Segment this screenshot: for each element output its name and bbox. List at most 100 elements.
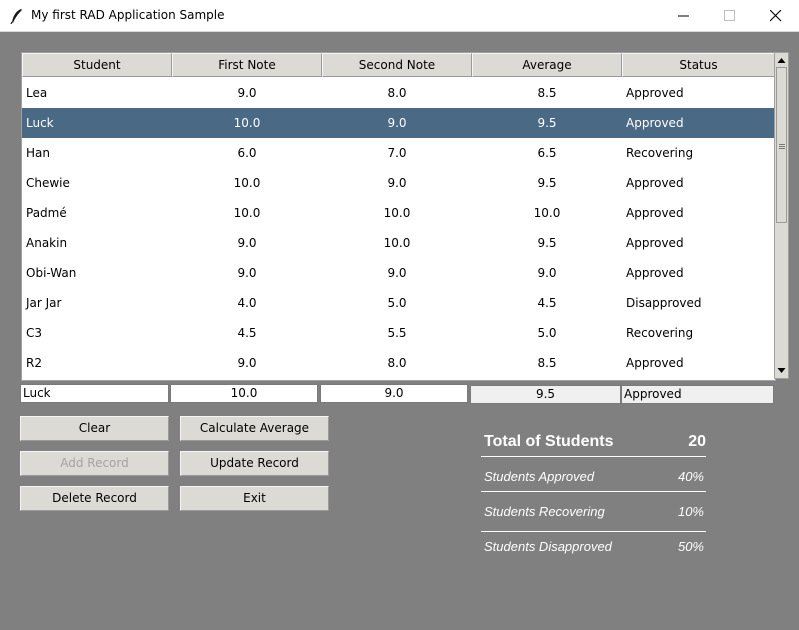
scroll-up-arrow-icon[interactable]	[777, 56, 786, 65]
thumb-grip	[779, 146, 785, 147]
students-approved-value: 40%	[677, 469, 704, 484]
cell-second-note: 5.0	[387, 296, 407, 310]
thumb-grip	[779, 144, 785, 145]
table-row[interactable]: Chewie 10.0 9.0 9.5 Approved	[22, 168, 775, 198]
cell-second-note: 9.0	[387, 116, 407, 130]
cell-student: Anakin	[26, 236, 68, 250]
average-field: 9.5	[470, 385, 621, 404]
total-students-label: Total of Students	[484, 433, 614, 450]
cell-first-note: 10.0	[233, 206, 261, 220]
cell-student: Padmé	[26, 206, 67, 220]
cell-second-note: 9.0	[387, 266, 407, 280]
cell-second-note: 5.5	[387, 326, 407, 340]
column-header-second-note[interactable]: Second Note	[322, 53, 472, 77]
maximize-button[interactable]	[707, 0, 753, 31]
first-note-field[interactable]: 10.0	[170, 384, 318, 403]
delete-record-button[interactable]: Delete Record	[20, 486, 169, 511]
cell-first-note: 9.0	[237, 266, 257, 280]
status-field: Approved	[621, 385, 774, 404]
table-row[interactable]: Padmé 10.0 10.0 10.0 Approved	[22, 198, 775, 228]
table-row[interactable]: Jar Jar 4.0 5.0 4.5 Disapproved	[22, 288, 775, 318]
table-body: Lea 9.0 8.0 8.5 Approved Luck 10.0 9.0 9…	[22, 78, 775, 378]
cell-student: Chewie	[26, 176, 70, 190]
cell-status: Approved	[626, 236, 684, 250]
feather-icon	[10, 9, 22, 24]
cell-status: Approved	[626, 86, 684, 100]
cell-student: Han	[26, 146, 50, 160]
column-header-first-note[interactable]: First Note	[172, 53, 322, 77]
cell-second-note: 10.0	[383, 206, 411, 220]
cell-second-note: 8.0	[387, 86, 407, 100]
summary-divider	[481, 491, 706, 492]
maximize-icon	[724, 10, 735, 21]
students-recovering-label: Students Recovering	[484, 504, 605, 519]
cell-first-note: 9.0	[237, 86, 257, 100]
cell-status: Approved	[626, 206, 684, 220]
title-bar: My first RAD Application Sample	[0, 0, 799, 32]
cell-average: 9.0	[537, 266, 557, 280]
clear-button[interactable]: Clear	[20, 416, 169, 441]
cell-first-note: 9.0	[237, 356, 257, 370]
summary-divider	[481, 456, 706, 457]
cell-student: Obi-Wan	[26, 266, 77, 280]
cell-student: C3	[26, 326, 43, 340]
cell-status: Approved	[626, 356, 684, 370]
cell-status: Disapproved	[626, 296, 702, 310]
summary-divider	[481, 531, 706, 532]
scrollbar-thumb[interactable]	[776, 67, 787, 223]
cell-status: Approved	[626, 266, 684, 280]
cell-average: 8.5	[537, 356, 557, 370]
table-row[interactable]: C3 4.5 5.5 5.0 Recovering	[22, 318, 775, 348]
cell-average: 9.5	[537, 236, 557, 250]
cell-average: 4.5	[537, 296, 557, 310]
window-title: My first RAD Application Sample	[31, 8, 225, 22]
students-recovering-value: 10%	[677, 504, 704, 519]
cell-status: Approved	[626, 116, 684, 130]
update-record-button[interactable]: Update Record	[180, 451, 329, 476]
student-name-field[interactable]: Luck	[20, 384, 169, 403]
cell-second-note: 8.0	[387, 356, 407, 370]
cell-student: Jar Jar	[26, 296, 62, 310]
column-header-average[interactable]: Average	[472, 53, 622, 77]
second-note-field[interactable]: 9.0	[320, 384, 468, 403]
table-header: Student First Note Second Note Average S…	[22, 53, 775, 77]
minimize-button[interactable]	[661, 0, 707, 31]
table-row-selected[interactable]: Luck 10.0 9.0 9.5 Approved	[22, 108, 775, 138]
cell-student: R2	[26, 356, 42, 370]
cell-first-note: 4.0	[237, 296, 257, 310]
students-approved-label: Students Approved	[484, 469, 595, 484]
students-disapproved-value: 50%	[677, 539, 704, 554]
table-row[interactable]: Anakin 9.0 10.0 9.5 Approved	[22, 228, 775, 258]
column-header-status[interactable]: Status	[622, 53, 775, 77]
cell-average: 5.0	[537, 326, 557, 340]
cell-second-note: 9.0	[387, 176, 407, 190]
close-icon	[770, 10, 782, 22]
cell-status: Recovering	[626, 326, 694, 340]
exit-button[interactable]: Exit	[180, 486, 329, 511]
cell-status: Recovering	[626, 146, 694, 160]
students-disapproved-label: Students Disapproved	[484, 539, 612, 554]
cell-first-note: 10.0	[233, 176, 261, 190]
cell-average: 9.5	[537, 116, 557, 130]
column-header-student[interactable]: Student	[22, 53, 172, 77]
students-table[interactable]: Student First Note Second Note Average S…	[21, 52, 776, 381]
minimize-icon	[678, 15, 689, 17]
cell-second-note: 10.0	[383, 236, 411, 250]
table-scrollbar[interactable]	[774, 52, 789, 379]
table-row[interactable]: R2 9.0 8.0 8.5 Approved	[22, 348, 775, 378]
table-row[interactable]: Lea 9.0 8.0 8.5 Approved	[22, 78, 775, 108]
table-row[interactable]: Obi-Wan 9.0 9.0 9.0 Approved	[22, 258, 775, 288]
cell-first-note: 9.0	[237, 236, 257, 250]
cell-average: 10.0	[533, 206, 561, 220]
total-students-value: 20	[688, 433, 706, 450]
cell-first-note: 4.5	[237, 326, 257, 340]
scroll-down-arrow-icon[interactable]	[777, 366, 786, 375]
cell-average: 9.5	[537, 176, 557, 190]
add-record-button[interactable]: Add Record	[20, 451, 169, 476]
cell-student: Luck	[26, 116, 54, 130]
table-row[interactable]: Han 6.0 7.0 6.5 Recovering	[22, 138, 775, 168]
close-button[interactable]	[753, 0, 799, 31]
cell-student: Lea	[26, 86, 48, 100]
calculate-average-button[interactable]: Calculate Average	[180, 416, 329, 441]
thumb-grip	[779, 148, 785, 149]
